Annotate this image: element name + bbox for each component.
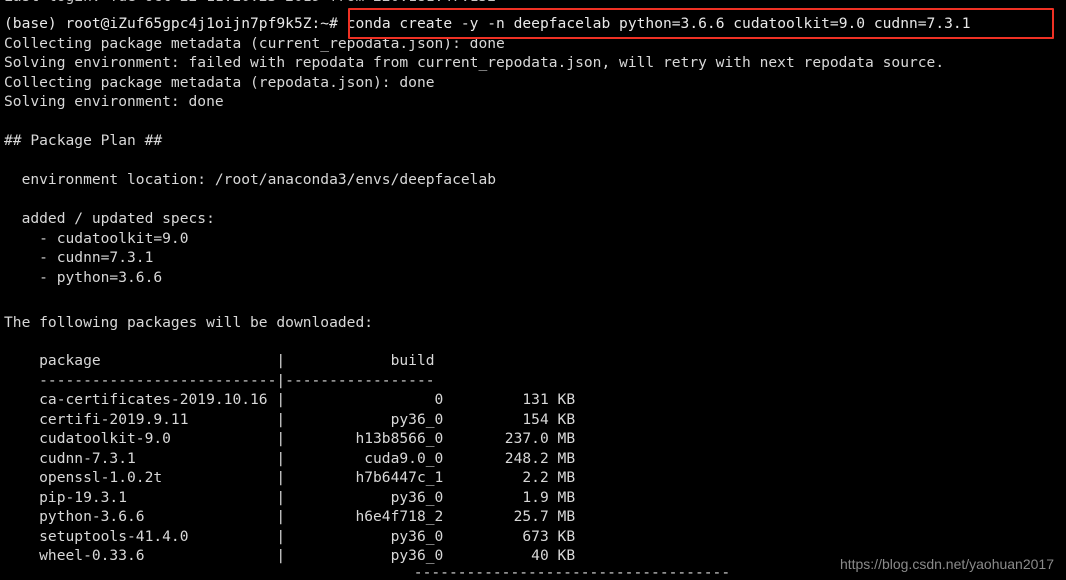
- table-footer-rule: ------------------------------------: [36, 564, 731, 580]
- table-header-line: package | build: [4, 352, 435, 369]
- table-row: ca-certificates-2019.10.16 | 0 131 KB: [4, 391, 576, 408]
- output-line: Solving environment: done: [4, 93, 224, 110]
- package-plan-header: ## Package Plan ##: [4, 132, 163, 149]
- prompt-command-line: (base) root@iZuf65gpc4j1oijn7pf9k5Z:~# c…: [4, 14, 971, 34]
- spec-line: - cudnn=7.3.1: [4, 249, 154, 266]
- terminal-window[interactable]: Last login: Tue Oct 22 11:20:23 2019 fro…: [0, 0, 1066, 580]
- login-banner-line: Last login: Tue Oct 22 11:20:23 2019 fro…: [4, 0, 496, 7]
- table-row: setuptools-41.4.0 | py36_0 673 KB: [4, 527, 576, 545]
- table-row: certifi-2019.9.11 | py36_0 154 KB: [4, 410, 576, 428]
- table-row: cudnn-7.3.1 | cuda9.0_0 248.2 MB: [4, 449, 576, 467]
- output-line: Collecting package metadata (repodata.js…: [4, 73, 435, 91]
- table-row: python-3.6.6 | h6e4f718_2 25.7 MB: [4, 508, 576, 525]
- output-line: Collecting package metadata (current_rep…: [4, 34, 505, 52]
- shell-prompt: (base) root@iZuf65gpc4j1oijn7pf9k5Z:~#: [4, 15, 347, 32]
- table-row: openssl-1.0.2t | h7b6447c_1 2.2 MB: [4, 469, 576, 486]
- added-updated-specs-label: added / updated specs:: [4, 210, 215, 227]
- csdn-watermark: https://blog.csdn.net/yaohuan2017: [839, 556, 1054, 572]
- download-notice-line: The following packages will be downloade…: [4, 314, 374, 331]
- table-row: cudatoolkit-9.0 | h13b8566_0 237.0 MB: [4, 430, 576, 447]
- spec-line: - cudatoolkit=9.0: [4, 229, 189, 247]
- spec-line: - python=3.6.6: [4, 268, 163, 286]
- output-line: Solving environment: failed with repodat…: [4, 54, 945, 71]
- conda-command: conda create -y -n deepfacelab python=3.…: [346, 15, 971, 32]
- table-rule-line: ---------------------------|------------…: [4, 371, 435, 389]
- environment-location-line: environment location: /root/anaconda3/en…: [4, 171, 497, 188]
- table-row: pip-19.3.1 | py36_0 1.9 MB: [4, 488, 576, 506]
